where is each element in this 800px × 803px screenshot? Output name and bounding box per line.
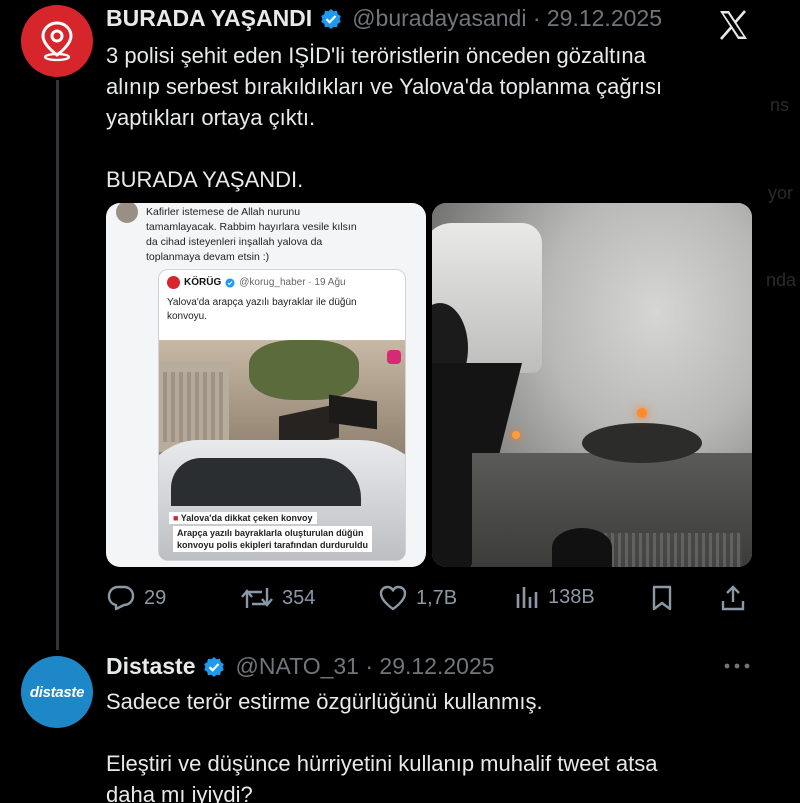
tweet-header: BURADA YAŞANDI @buradayasandi · 29.12.20…: [106, 5, 662, 32]
location-pin-icon: [41, 21, 73, 62]
share-button[interactable]: [720, 584, 746, 612]
reply-count: 29: [144, 586, 167, 609]
views-button[interactable]: 138B: [514, 584, 595, 610]
quote-text-line: Kafirler istemese de Allah nurunu: [146, 206, 301, 218]
bookmark-button[interactable]: [650, 584, 674, 612]
tweet-text: Sadece terör estirme özgürlüğünü kullanm…: [106, 686, 786, 803]
tweet-actions: 29 354 1,7B 138B: [106, 578, 756, 618]
fire-spark: [512, 431, 520, 439]
verified-badge-icon: [203, 656, 225, 678]
avatar[interactable]: distaste: [21, 656, 93, 728]
quote-text-line: tamamlayacak. Rabbim hayırlara vesile kı…: [146, 221, 357, 233]
thread-line: [56, 80, 59, 650]
caption-text: Arapça yazılı bayraklarla oluşturulan dü…: [173, 526, 373, 552]
embedded-text-line: konvoyu.: [167, 311, 208, 322]
instagram-icon: [387, 350, 401, 364]
author-name[interactable]: Distaste: [106, 653, 195, 680]
tweet-text: 3 polisi şehit eden IŞİD'li teröristleri…: [106, 40, 786, 195]
reply-button[interactable]: 29: [106, 584, 166, 612]
author-handle-date[interactable]: @NATO_31 · 29.12.2025: [235, 653, 494, 680]
views-count: 138B: [548, 585, 595, 608]
repost-count: 354: [282, 586, 316, 609]
bookmark-icon: [652, 585, 672, 611]
heart-icon: [379, 585, 407, 611]
media-photo-right[interactable]: [432, 203, 752, 567]
tweet-signature: BURADA YAŞANDI.: [106, 167, 304, 192]
tweet-text-line: daha mı iyiydi?: [106, 782, 253, 803]
tweet-text-line: 3 polisi şehit eden IŞİD'li teröristleri…: [106, 43, 646, 68]
avatar-text: distaste: [29, 683, 85, 701]
embedded-tweet-card: KÖRÜG @korug_haber · 19 Ağu Yalova'da ar…: [158, 269, 406, 561]
tweet-header: Distaste @NATO_31 · 29.12.2025: [106, 653, 495, 680]
repost-icon: [241, 588, 273, 608]
quote-avatar: [116, 203, 138, 223]
media-screenshot-left[interactable]: Kafirler istemese de Allah nurunu tamaml…: [106, 203, 426, 567]
author-handle-date[interactable]: @buradayasandi · 29.12.2025: [352, 5, 662, 32]
quote-text-line: da cihad isteyenleri inşallah yalova da: [146, 236, 323, 248]
verified-badge-icon: [320, 8, 342, 30]
tweet-text-line: Eleştiri ve düşünce hürriyetini kullanıp…: [106, 751, 658, 776]
tweet-text-line: yaptıkları ortaya çıktı.: [106, 105, 316, 130]
fire-spark: [637, 408, 647, 418]
tweet-text-line: alınıp serbest bırakıldıkları ve Yalova'…: [106, 74, 663, 99]
convoy-photo: ■ Yalova'da dikkat çeken konvoy Arapça y…: [159, 340, 405, 560]
verified-badge-icon: [225, 277, 235, 288]
author-name[interactable]: BURADA YAŞANDI: [106, 5, 312, 32]
tweet-text-line: Sadece terör estirme özgürlüğünü kullanm…: [106, 689, 543, 714]
like-count: 1,7B: [416, 586, 458, 609]
tweet-media[interactable]: Kafirler istemese de Allah nurunu tamaml…: [106, 203, 752, 567]
tweet-reply[interactable]: distaste Distaste @NATO_31 · 29.12.2025 …: [0, 650, 800, 803]
quote-block: Kafirler istemese de Allah nurunu tamaml…: [116, 203, 357, 265]
more-options-icon[interactable]: [724, 650, 750, 676]
embedded-text-line: Yalova'da arapça yazılı bayraklar ile dü…: [167, 297, 357, 308]
share-icon: [721, 585, 745, 611]
embedded-name: KÖRÜG: [184, 277, 222, 288]
caption-title: ■ Yalova'da dikkat çeken konvoy: [169, 512, 317, 524]
embedded-handle: @korug_haber · 19 Ağu: [239, 277, 346, 288]
embedded-avatar: [167, 276, 180, 289]
tweet-main[interactable]: BURADA YAŞANDI @buradayasandi · 29.12.20…: [0, 0, 800, 650]
like-button[interactable]: 1,7B: [378, 584, 457, 612]
repost-button[interactable]: 354: [240, 584, 315, 612]
reply-icon: [107, 585, 135, 611]
views-chart-icon: [516, 587, 538, 608]
quote-text-line: toplanmaya devam etsin :): [146, 251, 270, 263]
avatar[interactable]: [21, 5, 93, 77]
